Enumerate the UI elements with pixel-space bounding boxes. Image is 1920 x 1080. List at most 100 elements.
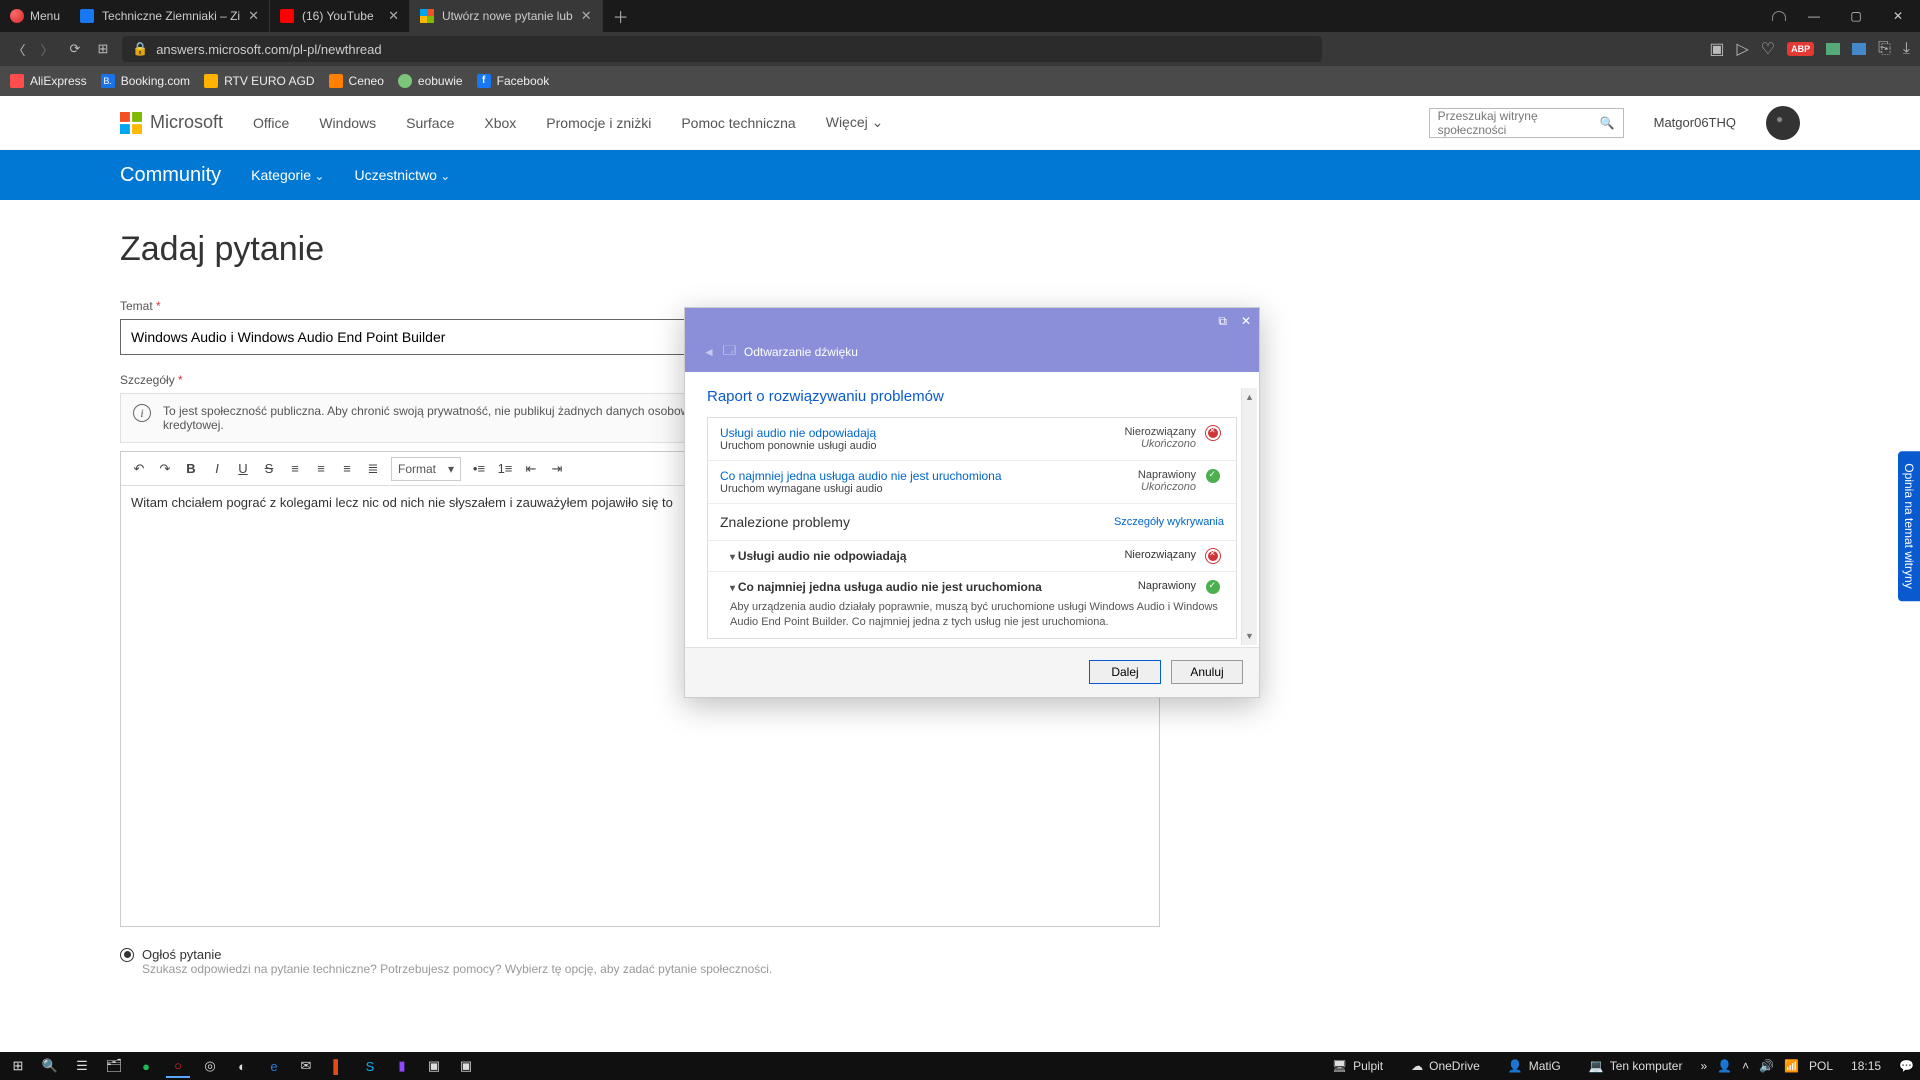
adblock-icon[interactable]: ▷ (1736, 39, 1748, 59)
feedback-tab[interactable]: Opinia na temat witryny (1898, 451, 1920, 600)
issue-name[interactable]: Co najmniej jedna usługa audio nie jest … (720, 469, 1128, 483)
cmd-icon[interactable]: ▣ (422, 1054, 446, 1078)
redo-button[interactable]: ↷ (153, 457, 177, 481)
scroll-up-icon[interactable]: ▲ (1245, 392, 1254, 402)
vpn-icon[interactable]: ▣ (1709, 39, 1724, 59)
username[interactable]: Matgor06THQ (1654, 115, 1736, 130)
notifications-icon[interactable]: 💬 (1899, 1059, 1914, 1073)
issue-name[interactable]: Usługi audio nie odpowiadają (720, 426, 1114, 440)
next-button[interactable]: Dalej (1089, 660, 1161, 684)
download-icon[interactable]: ⤓ (1903, 40, 1910, 58)
close-icon[interactable]: ✕ (581, 8, 592, 24)
italic-button[interactable]: I (205, 457, 229, 481)
heart-icon[interactable]: ♡ (1761, 39, 1775, 59)
scroll-down-icon[interactable]: ▼ (1245, 631, 1254, 641)
align-center-button[interactable]: ≡ (309, 457, 333, 481)
browser-menu-button[interactable]: Menu (0, 0, 70, 32)
nav-windows[interactable]: Windows (319, 115, 376, 131)
bold-button[interactable]: B (179, 457, 203, 481)
nav-promo[interactable]: Promocje i zniżki (546, 115, 651, 131)
desktop-toolbar-pc[interactable]: 💻Ten komputer (1579, 1059, 1693, 1073)
window-maximize[interactable]: ▢ (1842, 9, 1870, 23)
nav-xbox[interactable]: Xbox (484, 115, 516, 131)
cmd-icon-2[interactable]: ▣ (454, 1054, 478, 1078)
office-icon[interactable]: ▌ (326, 1054, 350, 1078)
align-right-button[interactable]: ≡ (335, 457, 359, 481)
dialog-scrollbar[interactable]: ▲▼ (1241, 388, 1257, 645)
twitch-icon[interactable]: ▮ (390, 1054, 414, 1078)
sync-icon[interactable] (1772, 11, 1786, 21)
sidebar-toggle-icon[interactable]: ⎘ (1878, 40, 1891, 58)
nav-reload[interactable]: ⟳ (66, 41, 84, 57)
nav-more[interactable]: Więcej ⌄ (826, 114, 884, 131)
explorer-icon[interactable]: 🗂 (102, 1054, 126, 1078)
dialog-close-icon[interactable]: ✕ (1241, 314, 1251, 329)
post-type-radio[interactable]: Ogłoś pytanie (120, 947, 1800, 962)
volume-icon[interactable]: 🔊 (1759, 1059, 1774, 1073)
chrome-icon[interactable]: ◎ (198, 1054, 222, 1078)
nav-categories[interactable]: Kategorie (251, 167, 324, 183)
bookmark-rtv[interactable]: RTV EURO AGD (204, 74, 314, 88)
bullets-button[interactable]: •≡ (467, 457, 491, 481)
mail-icon[interactable]: ✉ (294, 1054, 318, 1078)
opera-taskbar-icon[interactable]: ○ (166, 1054, 190, 1078)
bookmark-aliexpress[interactable]: AliExpress (10, 74, 87, 88)
cancel-button[interactable]: Anuluj (1171, 660, 1243, 684)
bookmark-booking[interactable]: B.Booking.com (101, 74, 190, 88)
align-justify-button[interactable]: ≣ (361, 457, 385, 481)
avatar[interactable] (1766, 106, 1800, 140)
bookmark-facebook[interactable]: fFacebook (477, 74, 550, 88)
desktop-toolbar-user[interactable]: 👤MatiG (1498, 1059, 1571, 1073)
skype-icon[interactable]: S (358, 1054, 382, 1078)
found-row[interactable]: Co najmniej jedna usługa audio nie jest … (708, 571, 1236, 638)
spotify-icon[interactable]: ● (134, 1054, 158, 1078)
close-icon[interactable]: ✕ (388, 8, 399, 24)
dialog-copy-icon[interactable]: ⧉ (1218, 314, 1227, 329)
desktop-toolbar-pulpit[interactable]: 🖥Pulpit (1322, 1059, 1393, 1073)
steam-icon[interactable]: ◐ (230, 1054, 254, 1078)
back-icon[interactable]: ◄ (703, 345, 715, 359)
abp-badge[interactable]: ABP (1787, 42, 1814, 56)
nav-surface[interactable]: Surface (406, 115, 454, 131)
ext-icon[interactable] (1852, 43, 1866, 55)
language-indicator[interactable]: POL (1809, 1059, 1833, 1073)
window-minimize[interactable]: — (1800, 9, 1828, 23)
people-icon[interactable]: 👤 (1717, 1059, 1732, 1073)
site-search[interactable]: Przeszukaj witrynę społeczności 🔍 (1429, 108, 1624, 138)
strike-button[interactable]: S (257, 457, 281, 481)
format-select[interactable]: Format▾ (391, 457, 461, 481)
ext-icon[interactable] (1826, 43, 1840, 55)
nav-participation[interactable]: Uczestnictwo (354, 167, 450, 183)
url-field[interactable]: 🔒 answers.microsoft.com/pl-pl/newthread (122, 36, 1322, 62)
tray-up-icon[interactable]: ˄ (1742, 1059, 1749, 1073)
undo-button[interactable]: ↶ (127, 457, 151, 481)
align-left-button[interactable]: ≡ (283, 457, 307, 481)
bookmark-ceneo[interactable]: Ceneo (329, 74, 384, 88)
taskview-button[interactable]: ☰ (70, 1054, 94, 1078)
dialog-titlebar[interactable]: ⧉ ✕ ◄ 🗔 Odtwarzanie dźwięku (685, 308, 1259, 372)
desktop-toolbar-onedrive[interactable]: ☁OneDrive (1401, 1059, 1490, 1073)
clock[interactable]: 18:15 (1843, 1059, 1889, 1073)
close-icon[interactable]: ✕ (248, 8, 259, 24)
nav-back[interactable]: 〈 (10, 40, 28, 59)
found-row[interactable]: Usługi audio nie odpowiadają Nierozwiąza… (708, 540, 1236, 571)
underline-button[interactable]: U (231, 457, 255, 481)
detection-details-link[interactable]: Szczegóły wykrywania (1114, 516, 1224, 528)
nav-office[interactable]: Office (253, 115, 289, 131)
speed-dial-icon[interactable]: ⊞ (94, 41, 112, 57)
community-brand[interactable]: Community (120, 164, 221, 187)
outdent-button[interactable]: ⇤ (519, 457, 543, 481)
tab-0[interactable]: Techniczne Ziemniaki – Zi ✕ (70, 0, 270, 32)
indent-button[interactable]: ⇥ (545, 457, 569, 481)
edge-icon[interactable]: e (262, 1054, 286, 1078)
start-button[interactable]: ⊞ (6, 1054, 30, 1078)
numbers-button[interactable]: 1≡ (493, 457, 517, 481)
wifi-icon[interactable]: 📶 (1784, 1059, 1799, 1073)
tab-2[interactable]: Utwórz nowe pytanie lub ✕ (410, 0, 603, 32)
nav-support[interactable]: Pomoc techniczna (681, 115, 795, 131)
microsoft-logo[interactable]: Microsoft (120, 112, 223, 134)
new-tab-button[interactable]: ＋ (603, 0, 639, 32)
window-close[interactable]: ✕ (1884, 9, 1912, 23)
nav-forward[interactable]: 〉 (38, 40, 56, 59)
tray-overflow[interactable]: » (1700, 1059, 1707, 1073)
